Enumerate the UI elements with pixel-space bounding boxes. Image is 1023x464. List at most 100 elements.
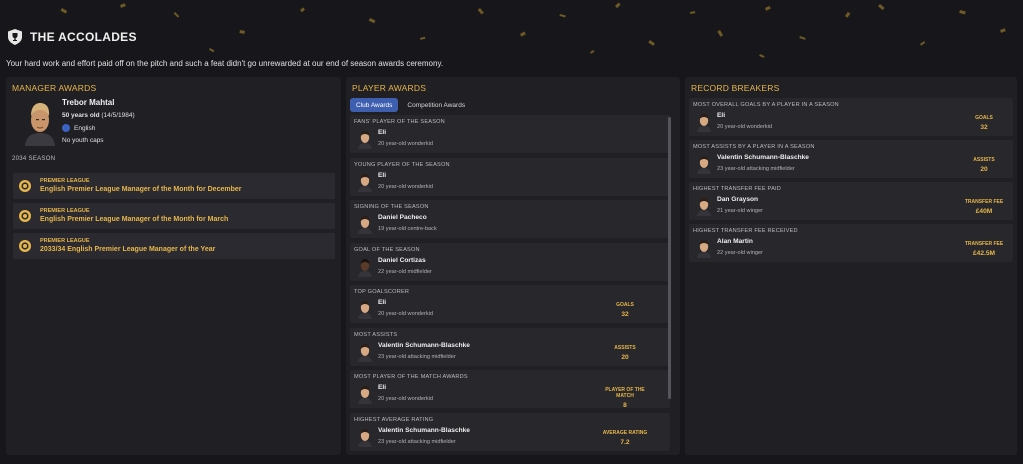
manager-awards-panel: MANAGER AWARDS Trebor Mahtal 50 years ol… <box>6 77 341 455</box>
manager-name[interactable]: Trebor Mahtal <box>62 98 114 107</box>
player-description: 20 year-old wonderkid <box>378 311 434 317</box>
award-category: HIGHEST AVERAGE RATING <box>354 416 434 423</box>
manager-nationality[interactable]: English <box>62 124 95 132</box>
player-description: 20 year-old wonderkid <box>717 124 773 130</box>
player-awards-panel: PLAYER AWARDS Club Awards Competition Aw… <box>346 77 680 455</box>
player-name[interactable]: Valentin Schumann-Blaschke <box>717 154 809 161</box>
player-name[interactable]: Eli <box>378 172 386 179</box>
award-card[interactable]: HIGHEST TRANSFER FEE RECEIVED Alan Martin… <box>689 224 1013 262</box>
award-stat: GOALS 32 <box>600 302 650 318</box>
page-title: THE ACCOLADES <box>30 30 137 44</box>
medal-icon <box>19 180 31 192</box>
player-description: 20 year-old wonderkid <box>378 396 434 402</box>
award-category: HIGHEST TRANSFER FEE RECEIVED <box>693 228 798 234</box>
player-name[interactable]: Daniel Cortizas <box>378 257 426 264</box>
player-face-icon[interactable] <box>357 214 373 234</box>
medal-icon <box>19 240 31 252</box>
player-face-icon[interactable] <box>357 257 373 277</box>
award-card[interactable]: FANS' PLAYER OF THE SEASON Eli 20 year-old… <box>350 115 670 153</box>
player-name[interactable]: Dan Grayson <box>717 196 758 203</box>
player-name[interactable]: Eli <box>378 384 386 391</box>
stat-value: £42.5M <box>973 250 995 257</box>
flag-icon <box>62 124 70 132</box>
player-face-icon[interactable] <box>696 154 712 174</box>
nationality-label: English <box>74 124 96 132</box>
award-stat: ASSISTS 20 <box>600 345 650 361</box>
award-name[interactable]: English Premier League Manager of the Mo… <box>40 186 241 193</box>
season-label: 2034 SEASON <box>12 156 56 162</box>
tab-club-awards[interactable]: Club Awards <box>350 98 399 112</box>
award-card[interactable]: SIGNING OF THE SEASON Daniel Pacheco 19 ye… <box>350 200 670 238</box>
award-category: MOST PLAYER OF THE MATCH AWARDS <box>354 374 468 380</box>
player-face-icon[interactable] <box>357 129 373 149</box>
award-card[interactable]: MOST ASSISTS Valentin Schumann-Blaschke 23… <box>350 327 670 366</box>
award-category: FANS' PLAYER OF THE SEASON <box>354 119 445 125</box>
player-name[interactable]: Eli <box>378 299 386 306</box>
manager-award-item[interactable]: PREMIER LEAGUE English Premier League Ma… <box>13 173 335 199</box>
page-header: THE ACCOLADES <box>8 28 137 46</box>
award-category: MOST ASSISTS <box>354 331 398 338</box>
player-face-icon[interactable] <box>357 384 373 404</box>
player-name[interactable]: Daniel Pacheco <box>378 214 427 221</box>
stat-value: 32 <box>621 311 629 318</box>
player-description: 20 year-old wonderkid <box>378 183 434 190</box>
award-category: GOAL OF THE SEASON <box>354 246 420 253</box>
player-face-icon[interactable] <box>696 238 712 258</box>
award-name[interactable]: 2033/34 English Premier League Manager o… <box>40 246 215 253</box>
player-description: 23 year-old attacking midfielder <box>378 353 456 360</box>
award-card[interactable]: MOST ASSISTS BY A PLAYER IN A SEASON Vale… <box>689 140 1013 178</box>
player-description: 19 year-old centre-back <box>378 226 437 232</box>
manager-dob: (14/5/1984) <box>101 112 135 119</box>
player-face-icon[interactable] <box>696 196 712 216</box>
player-face-icon[interactable] <box>357 172 373 192</box>
panel-title: RECORD BREAKERS <box>691 83 780 93</box>
award-category: HIGHEST TRANSFER FEE PAID <box>693 186 781 192</box>
award-card[interactable]: GOAL OF THE SEASON Daniel Cortizas 22 year… <box>350 242 670 281</box>
stat-label: ASSISTS <box>973 157 995 163</box>
player-name[interactable]: Alan Martin <box>717 238 753 245</box>
player-name[interactable]: Valentin Schumann-Blaschke <box>378 427 470 434</box>
player-description: 20 year-old wonderkid <box>378 141 434 147</box>
award-card[interactable]: MOST PLAYER OF THE MATCH AWARDS Eli 20 yea… <box>350 370 670 409</box>
player-name[interactable]: Eli <box>378 129 386 136</box>
player-description: 22 year-old winger <box>717 250 764 256</box>
award-category: YOUNG PLAYER OF THE SEASON <box>354 161 450 168</box>
manager-age: 50 years old (14/5/1984) <box>62 112 135 119</box>
stat-label: GOALS <box>616 302 634 308</box>
stat-value: 20 <box>980 166 988 173</box>
award-card[interactable]: HIGHEST TRANSFER FEE PAID Dan Grayson 21 y… <box>689 182 1013 220</box>
confetti-backdrop <box>60 2 1006 58</box>
shield-trophy-icon <box>8 29 22 45</box>
award-stat: TRANSFER FEE £40M <box>959 199 1009 215</box>
player-description: 23 year-old attacking midfielder <box>717 166 795 172</box>
player-name[interactable]: Valentin Schumann-Blaschke <box>378 342 470 349</box>
scrollbar[interactable] <box>668 117 671 399</box>
player-face-icon[interactable] <box>357 299 373 319</box>
record-breakers-panel: RECORD BREAKERS MOST OVERALL GOALS BY A … <box>685 77 1017 455</box>
stat-label: TRANSFER FEE <box>964 241 1004 247</box>
manager-award-item[interactable]: PREMIER LEAGUE English Premier League Ma… <box>13 203 335 229</box>
award-card[interactable]: YOUNG PLAYER OF THE SEASON Eli 20 year-old… <box>350 157 670 196</box>
award-name[interactable]: English Premier League Manager of the Mo… <box>40 216 228 223</box>
award-card[interactable]: HIGHEST AVERAGE RATING Valentin Schumann-… <box>350 412 670 451</box>
manager-age-years: 50 years old <box>62 112 100 119</box>
award-category: MOST ASSISTS BY A PLAYER IN A SEASON <box>693 144 815 150</box>
award-stat: TRANSFER FEE £42.5M <box>959 241 1009 257</box>
stat-label: ASSISTS <box>614 344 636 351</box>
medal-icon <box>19 210 31 222</box>
award-card[interactable]: TOP GOALSCORER Eli 20 year-old wonderkid GO… <box>350 285 670 323</box>
award-tabs: Club Awards Competition Awards <box>350 98 471 112</box>
page-subtitle: Your hard work and effort paid off on th… <box>6 59 444 68</box>
award-card[interactable]: MOST OVERALL GOALS BY A PLAYER IN A SEAS… <box>689 98 1013 136</box>
tab-competition-awards[interactable]: Competition Awards <box>401 98 471 112</box>
manager-avatar[interactable] <box>22 100 58 146</box>
panel-title: MANAGER AWARDS <box>12 83 97 93</box>
player-description: 21 year-old winger <box>717 208 764 214</box>
manager-award-item[interactable]: PREMIER LEAGUE 2033/34 English Premier L… <box>13 233 335 259</box>
player-face-icon[interactable] <box>357 427 373 447</box>
player-name[interactable]: Eli <box>717 112 725 119</box>
award-stat: GOALS 32 <box>959 115 1009 131</box>
award-category: MOST OVERALL GOALS BY A PLAYER IN A SEAS… <box>693 102 839 108</box>
player-face-icon[interactable] <box>357 342 373 362</box>
player-face-icon[interactable] <box>696 112 712 132</box>
